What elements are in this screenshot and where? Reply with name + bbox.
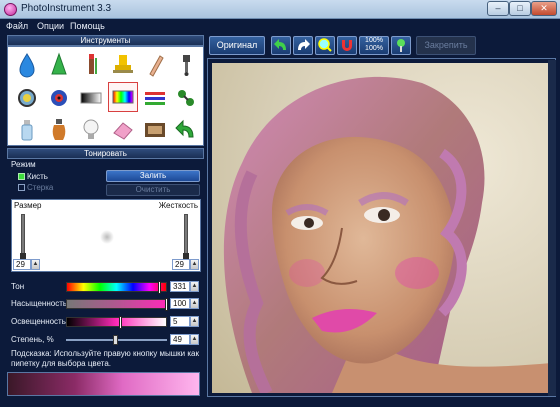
degree-label: Степень, % — [11, 335, 54, 344]
film-icon[interactable] — [140, 115, 170, 145]
mode-label: Режим — [11, 160, 36, 169]
brush-icon[interactable] — [140, 50, 170, 80]
lightness-value[interactable]: 5 — [170, 316, 190, 327]
zoom-level-top: 100% — [365, 37, 383, 44]
vase-icon[interactable] — [44, 115, 74, 145]
stamp-icon[interactable] — [108, 50, 138, 80]
zoom-in-icon[interactable] — [315, 36, 335, 55]
tools-panel — [7, 46, 204, 146]
lightness-spinner[interactable]: ▲ — [190, 316, 199, 327]
original-button[interactable]: Оригинал — [209, 36, 265, 55]
eraser-mode-checkbox[interactable] — [18, 184, 25, 191]
minimize-button[interactable]: – — [487, 1, 509, 16]
maximize-button[interactable]: □ — [509, 1, 531, 16]
saturation-spinner[interactable]: ▲ — [190, 298, 199, 309]
degree-slider[interactable] — [66, 335, 167, 345]
hue-value[interactable]: 331 — [170, 281, 190, 292]
eraser-icon[interactable] — [108, 115, 138, 145]
lightness-label: Освещенность — [11, 317, 66, 326]
eraser-mode-label: Стерка — [27, 183, 54, 192]
vertical-scrollbar[interactable] — [548, 60, 556, 396]
tools-panel-title: Инструменты — [7, 35, 204, 46]
bottle-icon[interactable] — [12, 115, 42, 145]
toning-panel-title: Тонировать — [7, 148, 204, 159]
undo-arrow-icon[interactable] — [171, 115, 201, 145]
brush-preview-dot — [100, 230, 114, 244]
hue-label: Тон — [11, 282, 25, 291]
eye-icon[interactable] — [44, 83, 74, 113]
zoom-level-button[interactable]: 100% 100% — [359, 36, 389, 55]
saturation-label: Насыщенность — [11, 299, 68, 308]
title-bar: PhotoInstrument 3.3 – □ ✕ — [0, 0, 560, 19]
brush-mode-label: Кисть — [27, 172, 48, 181]
toning-panel: Режим Кисть Стерка Залить Очистить Разме… — [7, 159, 204, 399]
toolbar: Оригинал 100% 100% Закрепить — [207, 34, 556, 58]
degree-value[interactable]: 49 — [170, 334, 190, 345]
lock-button[interactable]: Закрепить — [416, 36, 476, 55]
gradient-icon[interactable] — [76, 83, 106, 113]
clear-button[interactable]: Очистить — [106, 184, 200, 196]
color-preview — [7, 372, 200, 396]
undo-icon[interactable] — [271, 36, 291, 55]
size-slider[interactable] — [20, 214, 26, 261]
image-canvas[interactable] — [207, 58, 556, 397]
hardness-slider[interactable] — [183, 214, 189, 261]
clone-icon[interactable] — [171, 83, 201, 113]
hardness-label: Жесткость — [158, 201, 198, 210]
saturation-slider[interactable] — [66, 298, 168, 311]
size-value[interactable]: 29 — [13, 259, 31, 270]
degree-spinner[interactable]: ▲ — [190, 334, 199, 345]
size-spinner[interactable]: ▲ — [31, 259, 40, 270]
zoom-level-bottom: 100% — [365, 45, 383, 52]
portrait-photo — [212, 63, 551, 393]
marker-icon[interactable] — [76, 50, 106, 80]
hue-spinner[interactable]: ▲ — [190, 281, 199, 292]
menu-bar: Файл Опции Помощь — [0, 19, 560, 34]
redo-icon[interactable] — [293, 36, 313, 55]
menu-help[interactable]: Помощь — [70, 21, 105, 31]
magnet-icon[interactable] — [337, 36, 357, 55]
hardness-value[interactable]: 29 — [172, 259, 190, 270]
bulb-icon[interactable] — [76, 115, 106, 145]
size-label: Размер — [14, 201, 42, 210]
window-title: PhotoInstrument 3.3 — [21, 3, 112, 14]
close-button[interactable]: ✕ — [531, 1, 557, 16]
saturation-value[interactable]: 100 — [170, 298, 190, 309]
cone-icon[interactable] — [44, 50, 74, 80]
menu-options[interactable]: Опции — [37, 21, 64, 31]
rainbow-icon[interactable] — [108, 82, 138, 112]
hardness-spinner[interactable]: ▲ — [190, 259, 199, 270]
lightness-slider[interactable] — [66, 316, 167, 329]
hint-text: Подсказка: Используйте правую кнопку мыш… — [11, 349, 199, 368]
lens-icon[interactable] — [12, 83, 42, 113]
stripes-icon[interactable] — [140, 83, 170, 113]
pin-tool-icon[interactable] — [391, 36, 411, 55]
pin-icon[interactable] — [171, 50, 201, 80]
brush-preview-box: Размер Жесткость 29 ▲ 29 ▲ — [11, 199, 201, 272]
brush-mode-checkbox[interactable] — [18, 173, 25, 180]
hue-slider[interactable] — [66, 281, 167, 294]
drop-icon[interactable] — [12, 50, 42, 80]
fill-button[interactable]: Залить — [106, 170, 200, 182]
menu-file[interactable]: Файл — [6, 21, 28, 31]
app-logo-icon — [4, 3, 17, 16]
